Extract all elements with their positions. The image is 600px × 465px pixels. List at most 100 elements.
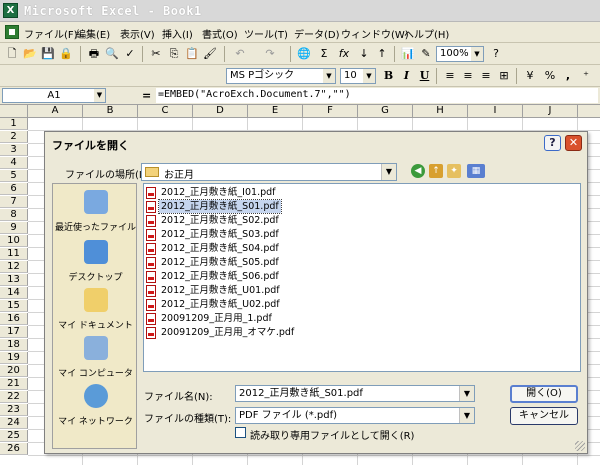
chevron-down-icon[interactable]: ▼: [94, 89, 105, 102]
column-header[interactable]: H: [413, 105, 468, 118]
row-header[interactable]: 3: [0, 144, 28, 156]
chevron-down-icon[interactable]: ▼: [459, 408, 474, 423]
row-header[interactable]: 11: [0, 248, 28, 260]
spelling-icon[interactable]: ✓: [122, 46, 138, 62]
file-list[interactable]: 2012_正月敷き紙_I01.pdf 2012_正月敷き紙_S01.pdf 20…: [143, 183, 581, 372]
new-icon[interactable]: 🗋: [4, 46, 20, 62]
column-header[interactable]: B: [83, 105, 138, 118]
readonly-checkbox[interactable]: [235, 427, 246, 438]
row-header[interactable]: 13: [0, 274, 28, 286]
place-my-network[interactable]: マイ ネットワーク: [53, 384, 138, 436]
copy-icon[interactable]: ⎘: [166, 46, 182, 62]
new-folder-icon[interactable]: ✦: [447, 164, 461, 178]
drawing-icon[interactable]: ✎: [418, 46, 434, 62]
menu-tools[interactable]: ツール(T): [244, 26, 288, 41]
underline-icon[interactable]: U: [416, 68, 433, 84]
place-my-documents[interactable]: マイ ドキュメント: [53, 288, 138, 340]
row-header[interactable]: 6: [0, 183, 28, 195]
row-header[interactable]: 17: [0, 326, 28, 338]
column-header[interactable]: I: [468, 105, 523, 118]
column-header[interactable]: F: [303, 105, 358, 118]
filetype-select[interactable]: PDF ファイル (*.pdf) ▼: [235, 407, 475, 424]
filename-input[interactable]: 2012_正月敷き紙_S01.pdf ▼: [235, 385, 475, 402]
align-center-icon[interactable]: ≡: [460, 68, 476, 84]
row-header[interactable]: 18: [0, 339, 28, 351]
menu-help[interactable]: ヘルプ(H): [404, 26, 449, 41]
place-desktop[interactable]: デスクトップ: [53, 240, 138, 292]
help-icon[interactable]: ?: [488, 46, 504, 62]
open-icon[interactable]: 📂: [22, 46, 38, 62]
row-header[interactable]: 9: [0, 222, 28, 234]
comma-style-icon[interactable]: ,: [560, 68, 576, 84]
back-icon[interactable]: ◀: [411, 164, 425, 178]
row-header[interactable]: 19: [0, 352, 28, 364]
percent-icon[interactable]: %: [542, 68, 558, 84]
sort-descending-icon[interactable]: ↑: [374, 46, 390, 62]
workbook-icon[interactable]: [5, 25, 19, 39]
align-right-icon[interactable]: ≡: [478, 68, 494, 84]
resize-grip-icon[interactable]: [575, 441, 585, 451]
font-select[interactable]: MS Pゴシック ▼: [226, 68, 336, 84]
row-header[interactable]: 10: [0, 235, 28, 247]
menu-data[interactable]: データ(D): [294, 26, 340, 41]
column-header[interactable]: E: [248, 105, 303, 118]
row-header[interactable]: 25: [0, 430, 28, 442]
row-header[interactable]: 26: [0, 443, 28, 455]
menu-view[interactable]: 表示(V): [120, 26, 155, 41]
select-all-corner[interactable]: [0, 105, 28, 118]
function-icon[interactable]: fx: [336, 46, 352, 62]
menu-file[interactable]: ファイル(F): [24, 26, 78, 41]
format-painter-icon[interactable]: 🖌: [202, 46, 218, 62]
row-header[interactable]: 21: [0, 378, 28, 390]
place-recent[interactable]: 最近使ったファイル: [53, 190, 138, 242]
sort-ascending-icon[interactable]: ↓: [356, 46, 372, 62]
formula-input[interactable]: =EMBED("AcroExch.Document.7",""): [156, 88, 598, 103]
row-header[interactable]: 12: [0, 261, 28, 273]
merge-center-icon[interactable]: ⊞: [496, 68, 512, 84]
bold-icon[interactable]: B: [380, 68, 397, 84]
help-button[interactable]: ?: [544, 135, 561, 151]
chevron-down-icon[interactable]: ▼: [381, 164, 396, 180]
row-header[interactable]: 22: [0, 391, 28, 403]
up-folder-icon[interactable]: ↑: [429, 164, 443, 178]
menu-insert[interactable]: 挿入(I): [162, 26, 193, 41]
menu-window[interactable]: ウィンドウ(W): [341, 26, 409, 41]
look-in-select[interactable]: お正月 ▼: [141, 163, 397, 181]
hyperlink-icon[interactable]: 🌐: [296, 46, 312, 62]
close-button[interactable]: ✕: [565, 135, 582, 151]
currency-icon[interactable]: ¥: [522, 68, 538, 84]
increase-decimal-icon[interactable]: ⁺: [578, 68, 594, 84]
row-header[interactable]: 1: [0, 118, 28, 130]
place-my-computer[interactable]: マイ コンピュータ: [53, 336, 138, 388]
row-header[interactable]: 24: [0, 417, 28, 429]
view-menu-icon[interactable]: ▦: [467, 164, 485, 178]
cut-icon[interactable]: ✂: [148, 46, 164, 62]
chart-wizard-icon[interactable]: 📊: [400, 46, 416, 62]
print-preview-icon[interactable]: 🔍: [104, 46, 120, 62]
row-header[interactable]: 23: [0, 404, 28, 416]
chevron-down-icon[interactable]: ▼: [471, 47, 483, 61]
column-header[interactable]: C: [138, 105, 193, 118]
column-header[interactable]: A: [28, 105, 83, 118]
row-header[interactable]: 2: [0, 131, 28, 143]
row-header[interactable]: 20: [0, 365, 28, 377]
dialog-title-bar[interactable]: ファイルを開く ? ✕: [45, 132, 587, 154]
chevron-down-icon[interactable]: ▼: [459, 386, 474, 401]
column-header[interactable]: D: [193, 105, 248, 118]
menu-edit[interactable]: 編集(E): [76, 26, 110, 41]
permission-icon[interactable]: 🔒: [58, 46, 74, 62]
chevron-down-icon[interactable]: ▼: [363, 69, 375, 83]
row-header[interactable]: 8: [0, 209, 28, 221]
column-header[interactable]: G: [358, 105, 413, 118]
redo-icon[interactable]: ↷: [262, 46, 278, 62]
menu-format[interactable]: 書式(O): [202, 26, 238, 41]
row-header[interactable]: 7: [0, 196, 28, 208]
chevron-down-icon[interactable]: ▼: [323, 69, 335, 83]
zoom-select[interactable]: 100% ▼: [436, 46, 484, 62]
row-header[interactable]: 16: [0, 313, 28, 325]
undo-icon[interactable]: ↶: [232, 46, 248, 62]
row-header[interactable]: 4: [0, 157, 28, 169]
name-box[interactable]: A1 ▼: [2, 88, 106, 103]
cancel-button[interactable]: キャンセル: [510, 407, 578, 425]
align-left-icon[interactable]: ≡: [442, 68, 458, 84]
